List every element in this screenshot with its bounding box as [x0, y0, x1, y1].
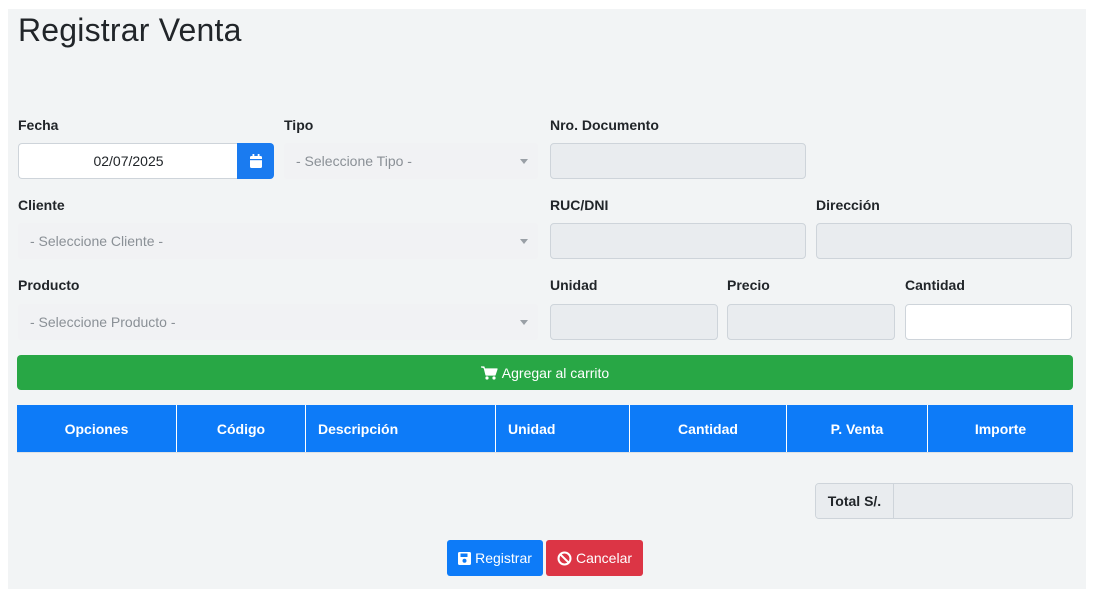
tipo-select[interactable]: - Seleccione Tipo -	[284, 143, 538, 179]
nro-documento-label: Nro. Documento	[550, 117, 659, 133]
cantidad-label: Cantidad	[905, 277, 965, 293]
column-header-codigo: Código	[177, 405, 306, 452]
cart-icon	[480, 365, 498, 380]
cliente-select[interactable]: - Seleccione Cliente -	[18, 223, 538, 259]
cart-table: Opciones Código Descripción Unidad Canti…	[17, 405, 1073, 452]
direccion-label: Dirección	[816, 197, 880, 213]
add-to-cart-label: Agregar al carrito	[501, 364, 610, 381]
tipo-label: Tipo	[284, 117, 314, 133]
table-bottom-divider	[17, 452, 1073, 453]
cantidad-field[interactable]	[905, 304, 1072, 340]
cliente-placeholder: - Seleccione Cliente -	[30, 233, 164, 249]
register-button[interactable]: Registrar	[447, 540, 543, 576]
column-header-cantidad: Cantidad	[630, 405, 787, 452]
calendar-icon	[249, 154, 262, 168]
ruc-dni-label: RUC/DNI	[550, 197, 609, 213]
column-header-importe: Importe	[974, 420, 1027, 437]
chevron-down-icon	[520, 239, 528, 244]
add-to-cart-button[interactable]: Agregar al carrito	[17, 355, 1073, 390]
direccion-field[interactable]	[816, 223, 1072, 259]
calendar-button[interactable]	[237, 143, 274, 179]
chevron-down-icon	[520, 159, 528, 164]
nro-documento-field[interactable]	[550, 143, 806, 179]
ban-icon	[557, 551, 572, 566]
table-header-row: Opciones Código Descripción Unidad Canti…	[17, 405, 1073, 452]
producto-label: Producto	[18, 277, 80, 293]
fecha-label: Fecha	[18, 117, 59, 133]
ruc-dni-field[interactable]	[550, 223, 806, 259]
register-label: Registrar	[475, 550, 532, 566]
cancel-label: Cancelar	[575, 550, 633, 566]
total-label: Total S/.	[816, 484, 894, 518]
save-icon	[458, 551, 472, 565]
tipo-placeholder: - Seleccione Tipo -	[296, 153, 412, 169]
cliente-label: Cliente	[18, 197, 65, 213]
producto-select[interactable]: - Seleccione Producto -	[18, 304, 538, 340]
unidad-field[interactable]	[550, 304, 718, 340]
fecha-input[interactable]: 02/07/2025	[18, 143, 238, 179]
producto-placeholder: - Seleccione Producto -	[30, 314, 176, 330]
column-header-unidad: Unidad	[496, 405, 630, 452]
precio-label: Precio	[727, 277, 770, 293]
page-title: Registrar Venta	[18, 12, 242, 48]
chevron-down-icon	[520, 320, 528, 325]
precio-field[interactable]	[727, 304, 895, 340]
column-header-descripcion: Descripción	[306, 405, 496, 452]
column-header-p-venta: P. Venta	[787, 405, 928, 452]
unidad-label: Unidad	[550, 277, 598, 293]
total-group: Total S/.	[815, 483, 1073, 519]
total-value-field[interactable]	[894, 484, 1072, 518]
column-header-opciones: Opciones	[17, 405, 177, 452]
cancel-button[interactable]: Cancelar	[546, 540, 643, 576]
